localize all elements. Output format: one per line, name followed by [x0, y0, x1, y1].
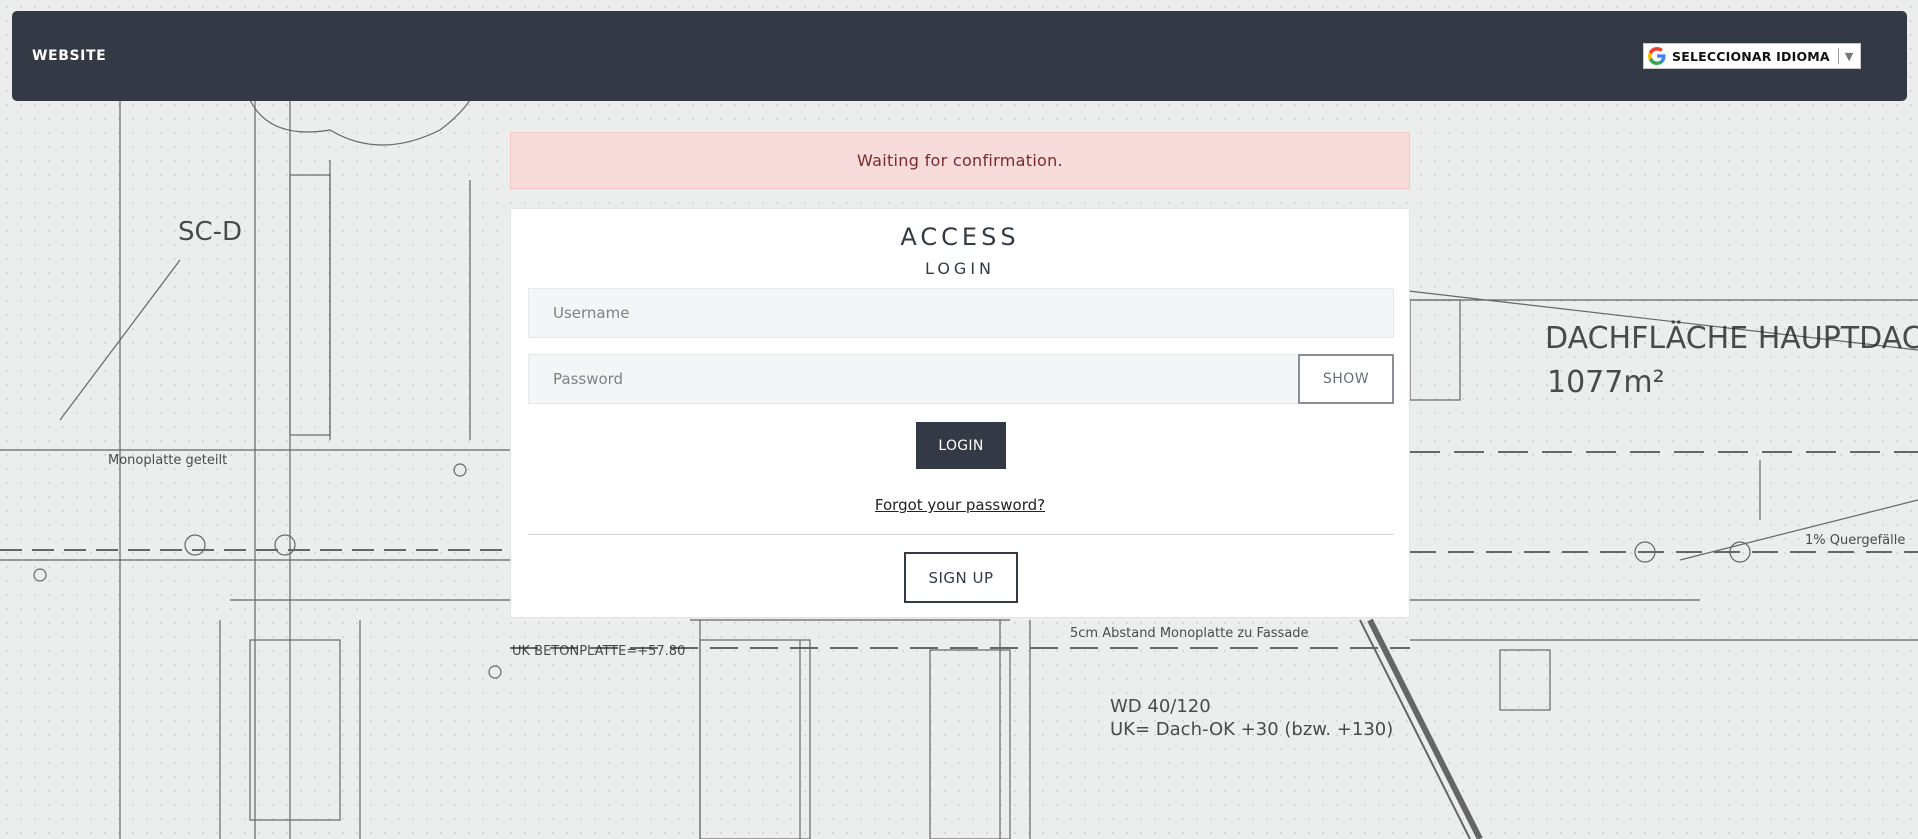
bg-label-scd: SC-D — [178, 217, 242, 247]
forgot-password-link[interactable]: Forgot your password? — [511, 496, 1409, 514]
bg-label-monoplatte: Monoplatte geteilt — [108, 453, 227, 468]
divider — [528, 534, 1394, 535]
password-input[interactable] — [528, 354, 1300, 404]
bg-label-abstand: 5cm Abstand Monoplatte zu Fassade — [1070, 626, 1309, 641]
signup-button[interactable]: SIGN UP — [904, 552, 1018, 603]
card-title: ACCESS — [900, 223, 1020, 251]
language-selector-label: SELECCIONAR IDIOMA — [1672, 48, 1830, 64]
bg-label-uk: UK= Dach-OK +30 (bzw. +130) — [1110, 719, 1393, 740]
card-subtitle: LOGIN — [924, 259, 996, 278]
bg-label-area: 1077m² — [1547, 365, 1665, 400]
bg-label-betonplatte: UK BETONPLATTE=+57.80 — [512, 644, 685, 659]
show-password-button[interactable]: SHOW — [1298, 354, 1394, 404]
language-selector[interactable]: SELECCIONAR IDIOMA ▼ — [1643, 43, 1861, 69]
bg-label-wd: WD 40/120 — [1110, 696, 1211, 717]
confirmation-alert: Waiting for confirmation. — [510, 132, 1410, 189]
bg-label-quergefaelle: 1% Quergefälle — [1805, 533, 1905, 548]
login-card: ACCESS LOGIN SHOW LOGIN Forgot your pass… — [510, 208, 1410, 618]
login-button[interactable]: LOGIN — [916, 422, 1006, 469]
top-navbar: WEBSITE SELECCIONAR IDIOMA ▼ — [12, 11, 1907, 101]
language-selector-separator — [1837, 48, 1839, 64]
brand-link[interactable]: WEBSITE — [32, 11, 106, 101]
google-icon — [1648, 47, 1666, 65]
bg-label-dachflaeche: DACHFLÄCHE HAUPTDACH — [1545, 320, 1918, 356]
username-input[interactable] — [528, 288, 1394, 338]
chevron-down-icon: ▼ — [1844, 49, 1854, 63]
